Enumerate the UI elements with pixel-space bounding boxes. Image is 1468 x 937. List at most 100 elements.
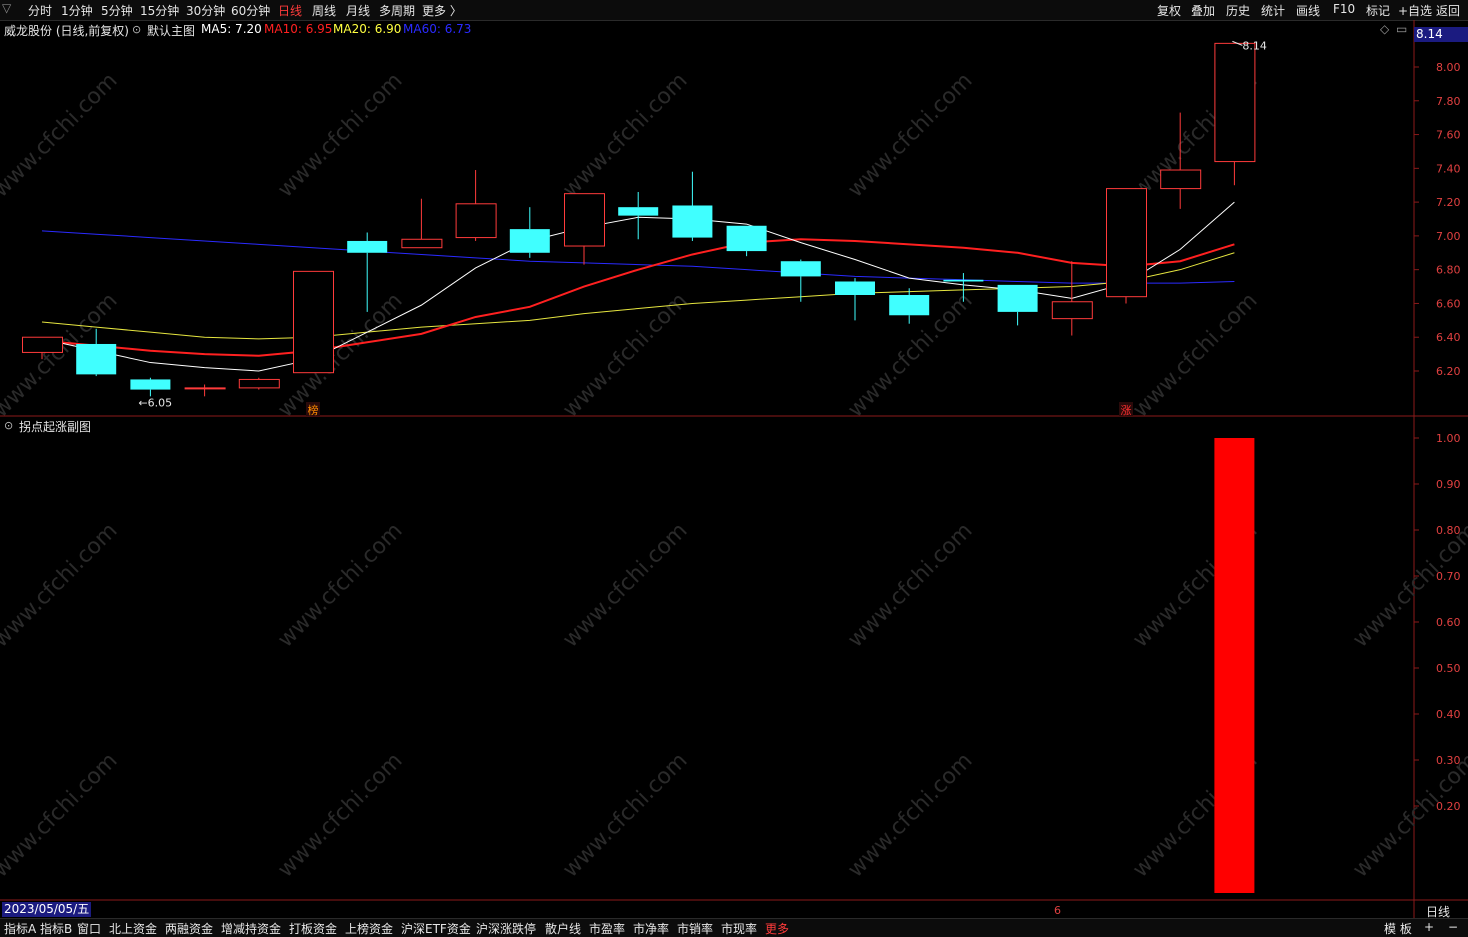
candle-body bbox=[401, 238, 443, 249]
candle bbox=[293, 270, 334, 374]
tab-retail-line[interactable]: 散户线 bbox=[545, 920, 581, 937]
date-label: 2023/05/05/五 bbox=[2, 902, 92, 917]
tab-northbound-funds[interactable]: 北上资金 bbox=[109, 920, 157, 937]
candle bbox=[130, 377, 171, 397]
candle-body bbox=[509, 229, 550, 253]
tab-limit-up-funds[interactable]: 打板资金 bbox=[289, 920, 337, 937]
watermark-text: www.cfchi.com bbox=[1348, 748, 1468, 882]
diamond-icon[interactable]: ◇ bbox=[1380, 22, 1389, 36]
watermark-text: www.cfchi.com bbox=[0, 68, 123, 202]
candle-body bbox=[1214, 42, 1256, 163]
sub-tick-label: 0.50 bbox=[1436, 662, 1461, 675]
ma20-value: MA20: 6.90 bbox=[333, 22, 402, 36]
candle bbox=[726, 225, 767, 257]
candle bbox=[889, 288, 930, 324]
current-price-label: 8.14 bbox=[1414, 27, 1468, 42]
watermark-text: www.cfchi.com bbox=[1128, 288, 1262, 422]
template-toggle-icon[interactable]: ⊙ bbox=[132, 23, 141, 36]
watermark-text: www.cfchi.com bbox=[558, 68, 692, 202]
collapse-icon[interactable]: ▭ bbox=[1396, 22, 1407, 36]
ma60-value: MA60: 6.73 bbox=[403, 22, 472, 36]
price-tick-label: 6.20 bbox=[1436, 365, 1461, 378]
candle-body bbox=[130, 379, 171, 390]
watermark-text: www.cfchi.com bbox=[843, 518, 977, 652]
tab-window[interactable]: 窗口 bbox=[77, 920, 101, 937]
candle-body bbox=[835, 281, 875, 295]
watermark-text: www.cfchi.com bbox=[273, 748, 407, 882]
price-tick-label: 7.40 bbox=[1436, 162, 1461, 175]
tab-margin-funds[interactable]: 两融资金 bbox=[165, 920, 213, 937]
candle bbox=[509, 207, 550, 258]
tab-indicator-b[interactable]: 指标B bbox=[40, 920, 72, 937]
candle-body bbox=[780, 261, 821, 277]
candle-body bbox=[1160, 169, 1202, 190]
candle bbox=[401, 198, 443, 249]
tab-pcf-ratio[interactable]: 市现率 bbox=[721, 920, 757, 937]
tab-etf-funds[interactable]: 沪深ETF资金 bbox=[401, 920, 471, 937]
sub-chart-bars bbox=[1214, 438, 1255, 893]
tab-pe-ratio[interactable]: 市盈率 bbox=[589, 920, 625, 937]
signal-marker: 榜 bbox=[308, 403, 319, 417]
stock-title: 威龙股份 (日线,前复权) bbox=[4, 24, 129, 38]
candle-body bbox=[943, 279, 984, 282]
price-tick-label: 7.00 bbox=[1436, 230, 1461, 243]
sub-chart-bar bbox=[1214, 438, 1255, 893]
template-name[interactable]: 默认主图 bbox=[147, 22, 195, 39]
price-tick-label: 7.80 bbox=[1436, 95, 1461, 108]
sub-tick-label: 0.90 bbox=[1436, 478, 1461, 491]
candle bbox=[997, 284, 1038, 326]
price-annotation: ←6.05 bbox=[138, 396, 172, 409]
candle-body bbox=[1106, 188, 1147, 298]
price-axis: 8.00 7.80 7.60 7.40 7.20 7.00 6.80 6.60 6.40 6.20… bbox=[1414, 61, 1461, 813]
candle bbox=[238, 377, 280, 390]
candle-body bbox=[564, 193, 605, 247]
sub-tick-label: 0.60 bbox=[1436, 616, 1461, 629]
candle-body bbox=[238, 378, 280, 389]
candle-body bbox=[618, 207, 659, 216]
candle-body bbox=[76, 343, 117, 375]
candle bbox=[835, 278, 875, 321]
candle bbox=[618, 191, 659, 240]
sub-tick-label: 0.20 bbox=[1436, 800, 1461, 813]
candle-body bbox=[672, 205, 713, 238]
tab-ps-ratio[interactable]: 市销率 bbox=[677, 920, 713, 937]
month-marker: 6 bbox=[1054, 904, 1061, 917]
sub-tick-label: 0.30 bbox=[1436, 754, 1461, 767]
ma-info-bar: 威龙股份 (日线,前复权) ⊙ 默认主图 MA5: 7.20 MA10: 6.9… bbox=[0, 21, 1410, 39]
price-tick-label: 6.40 bbox=[1436, 331, 1461, 344]
watermark-text: www.cfchi.com bbox=[558, 748, 692, 882]
price-tick-label: 8.00 bbox=[1436, 61, 1461, 74]
ma10-value: MA10: 6.95 bbox=[264, 22, 333, 36]
zoom-in-button[interactable]: + bbox=[1424, 920, 1434, 934]
candle-body bbox=[1051, 301, 1093, 320]
tab-limit-stats[interactable]: 沪深涨跌停 bbox=[476, 920, 536, 937]
candle bbox=[1106, 188, 1147, 304]
sub-chart-title[interactable]: 拐点起涨副图 bbox=[19, 418, 91, 435]
sub-chart-toggle-icon[interactable]: ⊙ bbox=[4, 419, 13, 432]
price-tick-label: 6.60 bbox=[1436, 297, 1461, 310]
candle-body bbox=[997, 284, 1038, 312]
tab-indicator-a[interactable]: 指标A bbox=[4, 920, 36, 937]
kline-chart[interactable]: www.cfchi.com www.cfchi.com www.cfchi.com w… bbox=[0, 0, 1468, 936]
candle bbox=[184, 384, 226, 397]
tab-dragon-tiger-funds[interactable]: 上榜资金 bbox=[345, 920, 393, 937]
tab-more[interactable]: 更多 bbox=[765, 920, 789, 937]
sub-tick-label: 0.40 bbox=[1436, 708, 1461, 721]
price-tick-label: 6.80 bbox=[1436, 264, 1461, 277]
candle bbox=[564, 193, 605, 265]
watermark-text: www.cfchi.com bbox=[558, 518, 692, 652]
watermark-text: www.cfchi.com bbox=[843, 68, 977, 202]
candle-body bbox=[184, 387, 226, 390]
template-button[interactable]: 模 板 bbox=[1384, 920, 1412, 937]
sub-tick-label: 1.00 bbox=[1436, 432, 1461, 445]
candle-body bbox=[22, 336, 63, 353]
sub-tick-label: 0.70 bbox=[1436, 570, 1461, 583]
candle-body bbox=[347, 240, 388, 253]
tab-pb-ratio[interactable]: 市净率 bbox=[633, 920, 669, 937]
candle-body bbox=[455, 203, 497, 239]
watermark-text: www.cfchi.com bbox=[273, 68, 407, 202]
candle bbox=[1214, 42, 1256, 186]
zoom-out-button[interactable]: − bbox=[1448, 920, 1458, 934]
tab-holding-change-funds[interactable]: 增减持资金 bbox=[221, 920, 281, 937]
watermark-text: www.cfchi.com bbox=[1348, 518, 1468, 652]
